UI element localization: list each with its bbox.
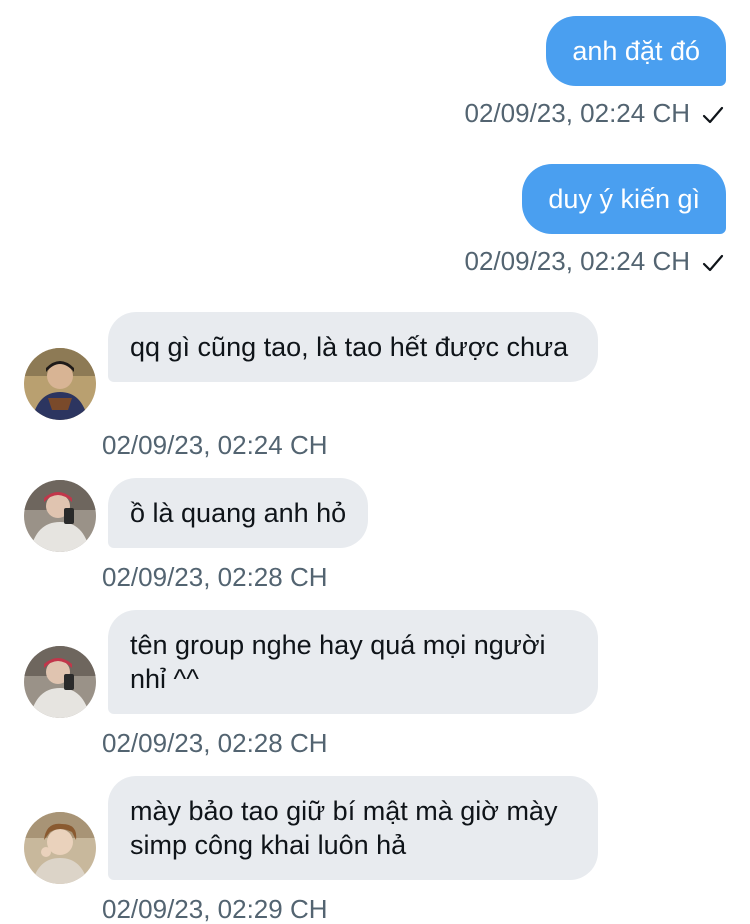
message-timestamp: 02/09/23, 02:28 CH bbox=[102, 728, 328, 758]
message-timestamp: 02/09/23, 02:24 CH bbox=[102, 430, 328, 460]
message-bubble[interactable]: qq gì cũng tao, là tao hết được chưa bbox=[108, 312, 598, 382]
checkmark-icon bbox=[702, 248, 724, 278]
user-avatar-3[interactable] bbox=[24, 812, 96, 884]
user-avatar-2[interactable] bbox=[24, 480, 96, 552]
user-avatar-2[interactable] bbox=[24, 646, 96, 718]
checkmark-icon bbox=[702, 100, 724, 130]
message-timestamp: 02/09/23, 02:24 CH bbox=[464, 98, 691, 128]
message-bubble[interactable]: ồ là quang anh hỏ bbox=[108, 478, 369, 548]
message-bubble[interactable]: anh đặt đó bbox=[546, 16, 726, 86]
message-timestamp-row: 02/09/23, 02:24 CH bbox=[465, 246, 725, 278]
message-timestamp-row: 02/09/23, 02:24 CH bbox=[465, 98, 725, 130]
message-timestamp: 02/09/23, 02:29 CH bbox=[102, 894, 328, 924]
message-timestamp: 02/09/23, 02:28 CH bbox=[102, 562, 328, 592]
message-bubble[interactable]: mày bảo tao giữ bí mật mà giờ mày simp c… bbox=[108, 776, 598, 880]
message-bubble[interactable]: tên group nghe hay quá mọi người nhỉ ^^ bbox=[108, 610, 598, 714]
user-avatar-1[interactable] bbox=[24, 348, 96, 420]
message-timestamp: 02/09/23, 02:24 CH bbox=[464, 246, 691, 276]
message-bubble[interactable]: duy ý kiến gì bbox=[522, 164, 726, 234]
